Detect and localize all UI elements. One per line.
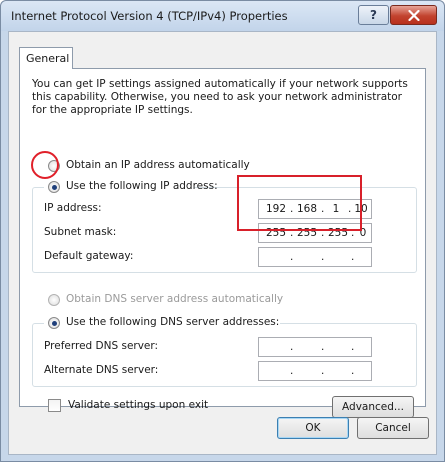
alternate-dns-field[interactable]: . . . — [258, 361, 372, 381]
obtain-dns-auto-label: Obtain DNS server address automatically — [66, 293, 284, 305]
gateway-dot: . — [290, 251, 294, 263]
general-tab-panel: You can get IP settings assigned automat… — [19, 68, 426, 418]
default-gateway-label: Default gateway: — [44, 250, 134, 262]
preferred-dns-dot: . — [321, 341, 325, 353]
gateway-dot: . — [351, 251, 355, 263]
tab-general[interactable]: General — [19, 47, 73, 69]
help-button[interactable]: ? — [358, 5, 389, 25]
preferred-dns-dot: . — [290, 341, 294, 353]
ok-button[interactable]: OK — [277, 417, 349, 439]
use-following-ip-radio[interactable] — [48, 181, 60, 193]
highlight-circle-annotation — [31, 151, 59, 179]
highlight-rect-annotation — [237, 175, 362, 231]
gateway-dot: . — [321, 251, 325, 263]
preferred-dns-dot: . — [351, 341, 355, 353]
preferred-dns-field[interactable]: . . . — [258, 337, 372, 357]
title-bar[interactable]: Internet Protocol Version 4 (TCP/IPv4) P… — [1, 1, 444, 31]
dialog-body: General You can get IP settings assigned… — [8, 31, 437, 455]
ip-address-label: IP address: — [44, 202, 102, 214]
use-following-dns-radio[interactable] — [48, 317, 60, 329]
alternate-dns-label: Alternate DNS server: — [44, 364, 159, 376]
validate-settings-checkbox[interactable] — [48, 399, 61, 412]
obtain-dns-auto-radio — [48, 294, 60, 306]
cancel-button[interactable]: Cancel — [357, 417, 429, 439]
alternate-dns-dot: . — [351, 365, 355, 377]
close-icon — [407, 9, 420, 21]
dialog-window: Internet Protocol Version 4 (TCP/IPv4) P… — [0, 0, 445, 462]
preferred-dns-label: Preferred DNS server: — [44, 340, 159, 352]
use-following-dns-label[interactable]: Use the following DNS server addresses: — [66, 316, 279, 328]
validate-settings-label[interactable]: Validate settings upon exit — [68, 399, 208, 411]
tab-general-label: General — [26, 52, 70, 65]
description-text: You can get IP settings assigned automat… — [32, 78, 408, 116]
alternate-dns-dot: . — [290, 365, 294, 377]
obtain-ip-auto-label[interactable]: Obtain an IP address automatically — [66, 159, 250, 171]
use-following-ip-label[interactable]: Use the following IP address: — [66, 180, 218, 192]
advanced-button[interactable]: Advanced... — [332, 396, 414, 418]
help-icon: ? — [370, 8, 377, 22]
window-title: Internet Protocol Version 4 (TCP/IPv4) P… — [11, 9, 288, 23]
subnet-mask-label: Subnet mask: — [44, 226, 117, 238]
default-gateway-field[interactable]: . . . — [258, 247, 372, 267]
alternate-dns-dot: . — [321, 365, 325, 377]
close-button[interactable] — [390, 5, 437, 25]
